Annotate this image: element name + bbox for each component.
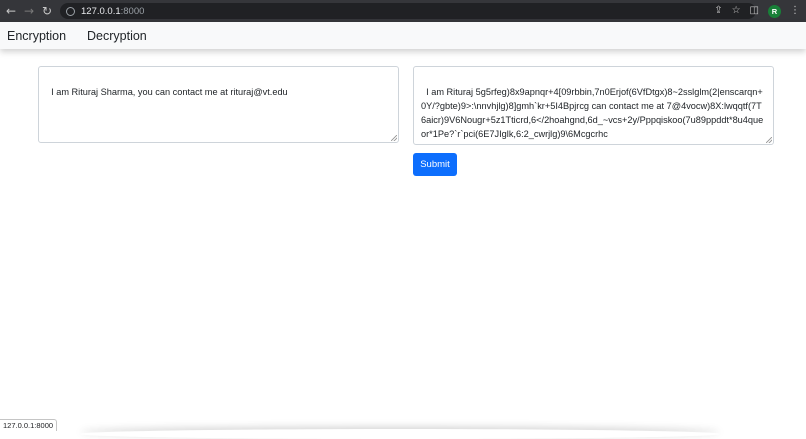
ciphertext-value: I am Rituraj 5g5rfeg)8x9apnqr+4[09rbbin,… bbox=[421, 87, 763, 139]
side-panel-icon[interactable]: ◫ bbox=[750, 6, 759, 16]
app-navbar: Encryption Decryption bbox=[0, 22, 806, 49]
menu-kebab-icon[interactable]: ⋮ bbox=[790, 6, 800, 16]
status-bar-url: 127.0.0.1:8000 bbox=[0, 419, 57, 431]
nav-encryption-link[interactable]: Encryption bbox=[7, 29, 66, 43]
reload-icon[interactable]: ↻ bbox=[38, 2, 56, 20]
forward-icon[interactable]: → bbox=[20, 2, 38, 20]
nav-decryption-link[interactable]: Decryption bbox=[87, 29, 147, 43]
resize-handle-icon[interactable] bbox=[391, 135, 397, 141]
bookmark-star-icon[interactable]: ☆ bbox=[732, 6, 741, 16]
plaintext-value: I am Rituraj Sharma, you can contact me … bbox=[51, 87, 288, 97]
profile-avatar[interactable]: R bbox=[768, 5, 781, 18]
plaintext-input[interactable]: I am Rituraj Sharma, you can contact me … bbox=[38, 66, 399, 143]
share-icon[interactable]: ⇪ bbox=[714, 6, 722, 16]
resize-handle-icon[interactable] bbox=[766, 137, 772, 143]
url-host: 127.0.0.1 bbox=[81, 6, 121, 17]
submit-button[interactable]: Submit bbox=[413, 153, 457, 176]
url-port: :8000 bbox=[121, 6, 145, 17]
ciphertext-output[interactable]: I am Rituraj 5g5rfeg)8x9apnqr+4[09rbbin,… bbox=[413, 66, 774, 145]
toolbar-actions: ⇪ ☆ ◫ R ⋮ bbox=[714, 3, 800, 19]
site-info-icon[interactable] bbox=[66, 7, 75, 16]
address-bar[interactable]: 127.0.0.1:8000 bbox=[60, 3, 756, 19]
back-icon[interactable]: ← bbox=[2, 2, 20, 20]
browser-toolbar: ← → ↻ 127.0.0.1:8000 ⇪ ☆ ◫ R ⋮ bbox=[0, 0, 806, 22]
